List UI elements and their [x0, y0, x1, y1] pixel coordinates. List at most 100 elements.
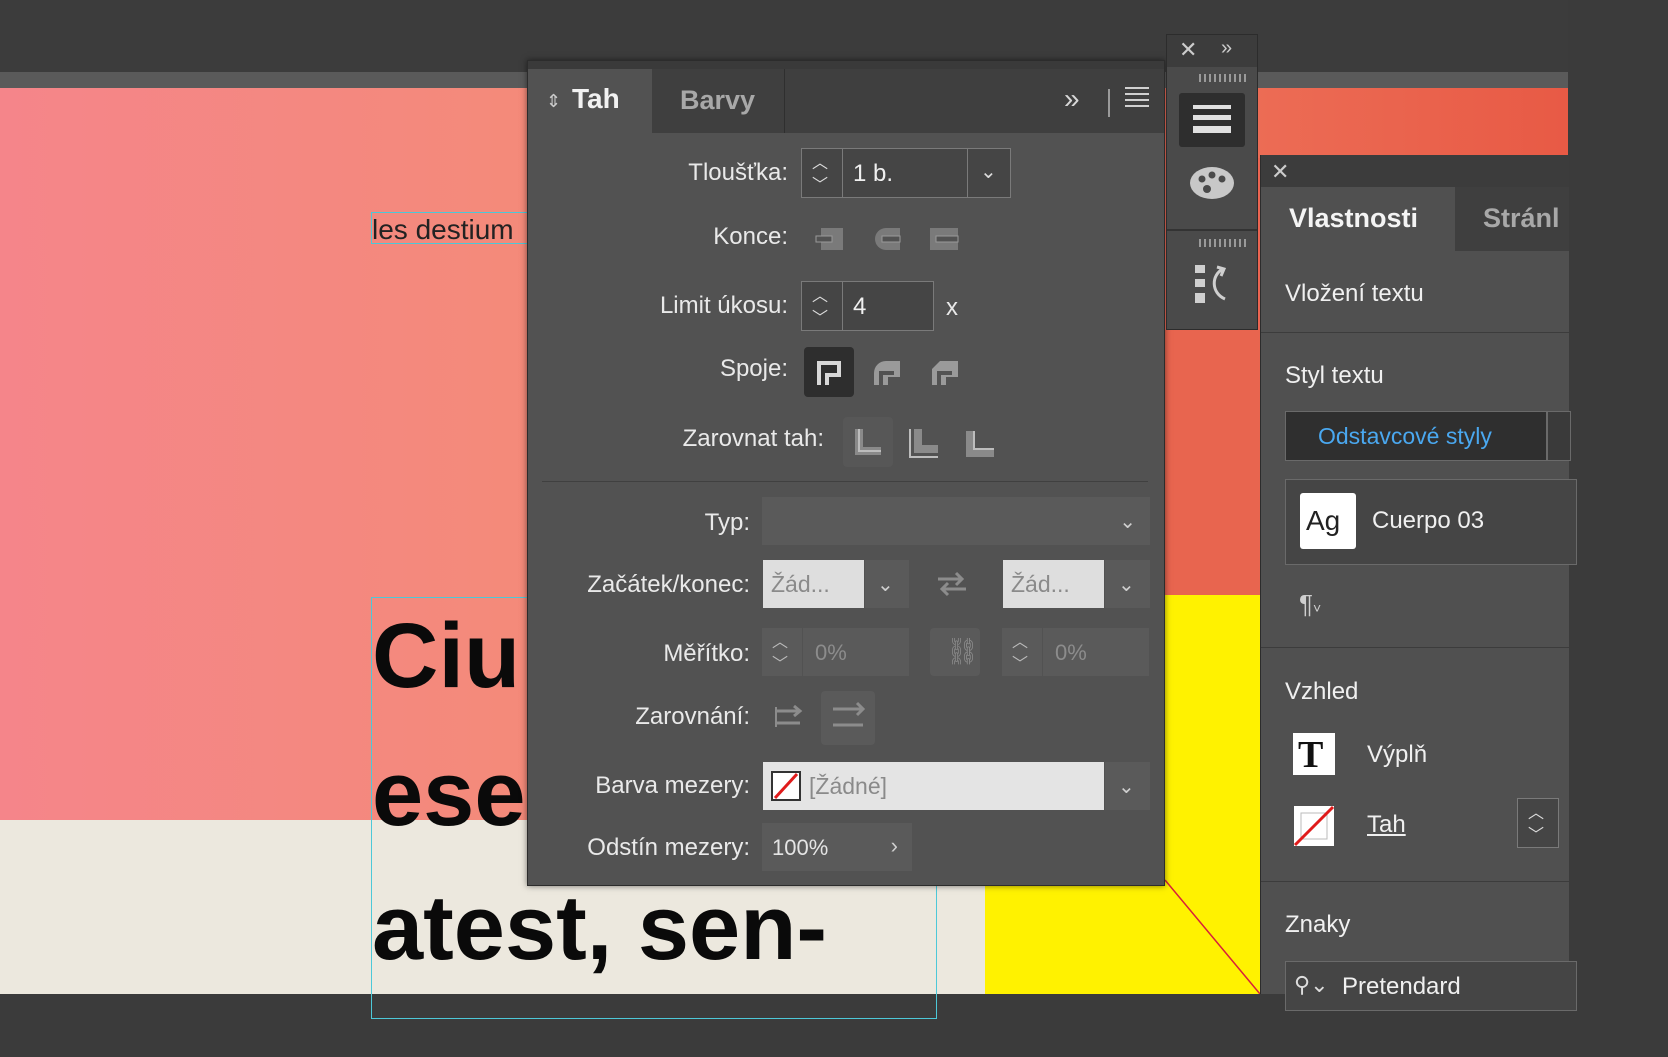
chevron-right-icon: ›	[890, 833, 898, 858]
tab-collapse-icon[interactable]: ⇕	[546, 91, 561, 112]
align-stroke-label: Zarovnat tah:	[682, 425, 824, 452]
expand-dock-icon[interactable]: »	[1221, 37, 1232, 60]
history-icon	[1195, 265, 1227, 303]
close-icon[interactable]: ✕	[1271, 159, 1289, 185]
style-name: Cuerpo 03	[1372, 507, 1485, 534]
projecting-cap-icon	[930, 228, 959, 250]
miter-label: Limit úkosu:	[659, 292, 788, 319]
pilcrow-icon[interactable]: ¶˅	[1299, 589, 1321, 620]
text-fill-icon[interactable]: T	[1293, 733, 1335, 776]
miter-stepper[interactable]: ︿ ﹀	[801, 281, 843, 331]
scale-start-stepper[interactable]: ︿ ﹀	[762, 628, 802, 676]
stroke-panel-button[interactable]	[1179, 93, 1245, 147]
bevel-join-button[interactable]	[922, 349, 968, 395]
stroke-panel: ⇕ Tah Barvy » Tloušťka: ︿ ﹀ 1 b. ⌄ Konce:…	[527, 60, 1165, 886]
weight-label: Tloušťka:	[688, 159, 788, 186]
paragraph-styles-tab[interactable]: Odstavcové styly	[1285, 411, 1547, 461]
scale-end-value: 0%	[1055, 640, 1087, 665]
chevron-down-icon: ⌄	[1118, 574, 1135, 596]
swap-icon[interactable]	[934, 569, 970, 599]
scale-start-input[interactable]: 0%	[803, 628, 909, 676]
font-family-field[interactable]: ⚲⌄ Pretendard	[1285, 961, 1577, 1011]
appearance-heading: Vzhled	[1285, 678, 1359, 705]
align-center-button[interactable]	[843, 417, 893, 467]
characters-heading: Znaky	[1285, 911, 1351, 938]
pilcrow-glyph: ¶	[1299, 589, 1313, 619]
align-inside-button[interactable]	[900, 419, 946, 465]
panel-divider	[542, 481, 1148, 482]
miter-input[interactable]: 4	[842, 281, 934, 331]
start-select[interactable]: Žád...	[763, 560, 864, 608]
chevron-down-icon: ⌄	[1118, 776, 1135, 798]
miter-join-button[interactable]	[804, 347, 854, 397]
more-tabs-icon[interactable]: »	[1064, 83, 1080, 115]
scale-end-input[interactable]: 0%	[1043, 628, 1149, 676]
align-center-icon	[855, 429, 881, 455]
link-scale-button[interactable]: ⛓	[930, 628, 980, 676]
end-dropdown[interactable]: ⌄	[1105, 560, 1150, 608]
scale-end-stepper[interactable]: ︿ ﹀	[1002, 628, 1042, 676]
start-dropdown[interactable]: ⌄	[865, 560, 909, 608]
stroke-label[interactable]: Tah	[1367, 811, 1406, 839]
paragraph-style-select[interactable]: Ag Cuerpo 03	[1285, 479, 1577, 565]
gap-tint-field[interactable]: 100% ›	[762, 823, 912, 871]
end-select[interactable]: Žád...	[1003, 560, 1104, 608]
style-preview: Ag	[1300, 493, 1356, 549]
gap-tint-value: 100%	[772, 835, 829, 860]
projecting-cap-button[interactable]	[922, 216, 968, 262]
weight-dropdown[interactable]: ⌄	[967, 148, 1011, 198]
dock-header: ✕ »	[1167, 35, 1257, 67]
style-preview-text: Ag	[1306, 505, 1341, 536]
history-panel-button[interactable]	[1189, 259, 1235, 307]
type-select[interactable]: ⌄	[762, 497, 1150, 545]
canvas-heading-line-2: ese	[372, 743, 526, 845]
tab-stroke[interactable]: ⇕ Tah	[528, 69, 652, 133]
section-divider	[1261, 881, 1569, 882]
properties-tabbar: Vlastnosti Stránl	[1261, 187, 1569, 251]
color-panel-button[interactable]	[1185, 161, 1239, 205]
gap-color-select[interactable]: [Žádné]	[763, 762, 1104, 810]
round-join-button[interactable]	[864, 349, 910, 395]
search-icon: ⚲⌄	[1294, 972, 1329, 997]
grip-icon[interactable]	[1199, 74, 1249, 82]
context-label: Vložení textu	[1285, 280, 1424, 307]
font-family-value: Pretendard	[1342, 973, 1461, 1000]
close-icon[interactable]: ✕	[1179, 37, 1197, 63]
character-styles-tab[interactable]	[1547, 411, 1571, 461]
canvas-pink-area-right	[1255, 88, 1568, 158]
align-outside-button[interactable]	[958, 419, 1004, 465]
arrow-end-align-button[interactable]	[821, 691, 875, 745]
gap-color-label: Barva mezery:	[595, 772, 750, 799]
align-outside-icon	[966, 431, 994, 457]
stroke-weight-stepper[interactable]: ︿ ﹀	[1517, 798, 1559, 848]
stroke-none-icon[interactable]	[1293, 805, 1335, 847]
caps-label: Konce:	[713, 223, 788, 250]
gap-color-dropdown[interactable]: ⌄	[1105, 762, 1150, 810]
tab-swatches-label: Barvy	[680, 85, 756, 115]
scale-label: Měřítko:	[663, 640, 750, 667]
scale-start-value: 0%	[815, 640, 847, 665]
panel-drag-bar[interactable]	[528, 61, 1164, 69]
dock-separator	[1167, 229, 1257, 231]
miter-value: 4	[853, 293, 867, 320]
butt-cap-button[interactable]	[808, 216, 854, 262]
properties-panel-header: ✕	[1261, 155, 1569, 187]
butt-cap-icon	[815, 228, 843, 250]
round-cap-button[interactable]	[866, 216, 912, 262]
gap-tint-label: Odstín mezery:	[587, 834, 750, 861]
arrow-outside-icon	[833, 701, 866, 727]
gap-color-value: [Žádné]	[809, 773, 887, 799]
arrow-start-align-button[interactable]	[766, 697, 812, 737]
grip-icon[interactable]	[1199, 239, 1249, 247]
weight-stepper[interactable]: ︿ ﹀	[801, 148, 843, 198]
arrow-inside-icon	[775, 704, 803, 727]
chevron-down-icon: ⌄	[877, 574, 894, 596]
paragraph-styles-label: Odstavcové styly	[1318, 423, 1492, 449]
round-cap-icon	[875, 228, 901, 250]
panel-menu-icon[interactable]	[1125, 87, 1149, 111]
tab-pages[interactable]: Stránl	[1457, 187, 1569, 251]
miter-suffix: x	[946, 294, 958, 321]
tab-properties[interactable]: Vlastnosti	[1261, 187, 1455, 251]
tab-swatches[interactable]: Barvy	[652, 69, 785, 133]
weight-input[interactable]: 1 b.	[842, 148, 968, 198]
